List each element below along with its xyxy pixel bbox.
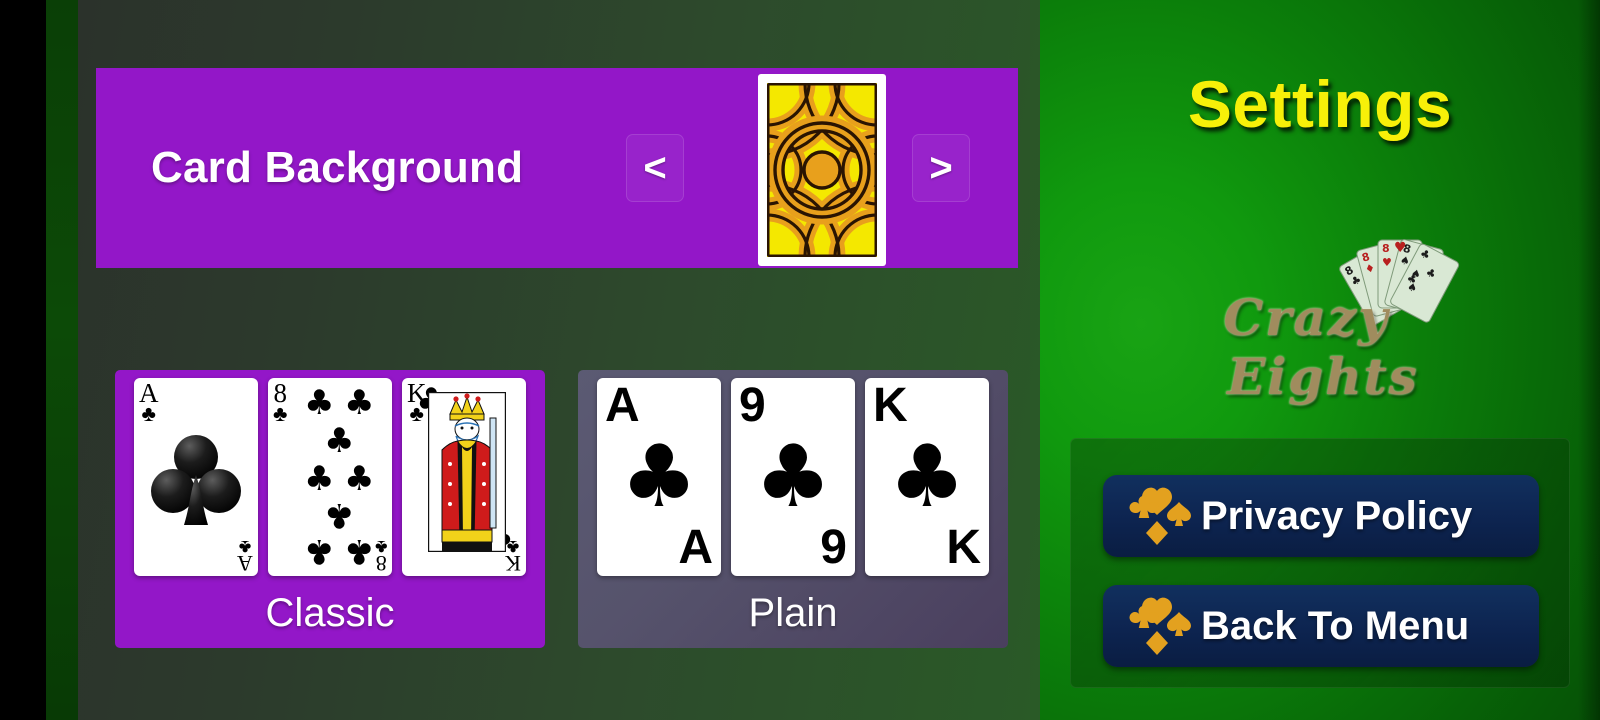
settings-side-panel: Settings 8 ♣ 8 ♦ 8 ♥ ♥ 8 ♠ ♠ ♠ ♣ ♣ ♣ Cra… bbox=[1040, 0, 1600, 720]
club-icon: ♣ bbox=[620, 427, 698, 527]
card-style-label-classic: Classic bbox=[265, 591, 395, 635]
card-corner-index-top: K bbox=[873, 379, 908, 432]
club-icon: ♣ bbox=[754, 427, 832, 527]
club-icon: ♣ bbox=[324, 421, 355, 461]
card-corner-index-top: 8 ♣ bbox=[273, 378, 288, 426]
game-settings-screen: Card Background < > A ♣ A ♣ 8 ♣ ♣ ♣ ♣ ♣ … bbox=[0, 0, 1600, 720]
svg-text:♥: ♥ bbox=[1382, 256, 1392, 269]
card-corner-index-bottom: A ♣ bbox=[237, 536, 253, 576]
logo-word-crazy: Crazy bbox=[1223, 288, 1390, 347]
side-menu-button-panel: Privacy Policy Back To Menu bbox=[1070, 438, 1570, 688]
club-icon: ♣ bbox=[238, 536, 252, 558]
classic-card-previews: A ♣ A ♣ 8 ♣ ♣ ♣ ♣ ♣ ♣ ♣ ♣ ♣ 8 ♣ K ♣ K ♣ bbox=[115, 378, 545, 578]
left-black-gutter bbox=[0, 0, 46, 720]
eight-pip-layout: ♣ ♣ ♣ ♣ ♣ ♣ ♣ ♣ bbox=[298, 383, 386, 571]
club-icon: ♣ bbox=[344, 531, 375, 571]
left-green-strip bbox=[46, 0, 80, 720]
card-back-pattern bbox=[767, 83, 877, 257]
preview-card-nine-clubs-plain: 9 ♣ 9 bbox=[731, 378, 855, 576]
club-icon: ♣ bbox=[304, 459, 335, 499]
four-suits-icon bbox=[1119, 485, 1195, 547]
back-to-menu-button[interactable]: Back To Menu bbox=[1103, 585, 1539, 667]
back-to-menu-button-label: Back To Menu bbox=[1201, 603, 1470, 648]
card-background-next-button[interactable]: > bbox=[912, 134, 970, 202]
plain-card-previews: A ♣ A 9 ♣ 9 K ♣ K bbox=[578, 378, 1008, 578]
chevron-left-icon: < bbox=[643, 146, 667, 190]
club-icon: ♣ bbox=[273, 400, 288, 426]
chevron-right-icon: > bbox=[929, 146, 953, 190]
preview-card-king-clubs: K ♣ ♣ ♣ bbox=[402, 378, 526, 576]
card-style-option-plain[interactable]: A ♣ A 9 ♣ 9 K ♣ K Plain bbox=[578, 370, 1008, 648]
card-background-setting-row: Card Background < > bbox=[96, 68, 1018, 268]
card-background-preview[interactable] bbox=[758, 74, 886, 266]
page-title: Settings bbox=[1187, 67, 1453, 141]
club-icon: ♣ bbox=[344, 459, 375, 499]
game-logo-text: Crazy Eights bbox=[1148, 288, 1498, 406]
card-background-label: Card Background bbox=[151, 143, 524, 192]
card-corner-index-top: 9 bbox=[739, 379, 766, 432]
club-icon: ♣ bbox=[374, 536, 387, 558]
club-icon: ♣ bbox=[506, 536, 520, 558]
card-style-option-classic[interactable]: A ♣ A ♣ 8 ♣ ♣ ♣ ♣ ♣ ♣ ♣ ♣ ♣ 8 ♣ K ♣ K ♣ … bbox=[115, 370, 545, 648]
card-corner-index-top: A bbox=[605, 379, 640, 432]
game-logo: 8 ♣ 8 ♦ 8 ♥ ♥ 8 ♠ ♠ ♠ ♣ ♣ ♣ Crazy Eights bbox=[1148, 239, 1498, 406]
card-background-prev-button[interactable]: < bbox=[626, 134, 684, 202]
club-icon: ♣ bbox=[304, 531, 335, 571]
preview-card-ace-clubs-plain: A ♣ A bbox=[597, 378, 721, 576]
shaded-club-icon bbox=[151, 434, 241, 525]
club-icon: ♣ bbox=[304, 383, 335, 423]
four-suits-icon bbox=[1119, 595, 1195, 657]
logo-word-eights: Eights bbox=[1227, 347, 1419, 406]
card-corner-index-bottom: 8 ♣ bbox=[374, 536, 387, 576]
card-back-rings-svg bbox=[767, 83, 877, 257]
settings-main-panel: Card Background < > A ♣ A ♣ 8 ♣ ♣ ♣ ♣ ♣ … bbox=[78, 0, 1040, 720]
preview-card-ace-clubs: A ♣ A ♣ bbox=[134, 378, 258, 576]
privacy-policy-button-label: Privacy Policy bbox=[1201, 493, 1473, 538]
preview-card-eight-clubs: 8 ♣ ♣ ♣ ♣ ♣ ♣ ♣ ♣ ♣ 8 ♣ bbox=[268, 378, 392, 576]
card-corner-index-bottom: 9 bbox=[820, 521, 847, 574]
king-portrait-icon bbox=[428, 392, 506, 552]
club-icon: ♣ bbox=[141, 400, 156, 426]
club-icon: ♣ bbox=[888, 427, 966, 527]
svg-text:8: 8 bbox=[1382, 242, 1390, 255]
card-corner-index-bottom: A bbox=[678, 521, 713, 574]
card-style-label-plain: Plain bbox=[748, 591, 838, 635]
card-corner-index-bottom: K ♣ bbox=[505, 536, 521, 576]
card-corner-index-bottom: K bbox=[946, 521, 981, 574]
card-corner-index-top: A ♣ bbox=[139, 378, 159, 426]
club-icon: ♣ bbox=[324, 495, 355, 535]
club-icon: ♣ bbox=[344, 383, 375, 423]
privacy-policy-button[interactable]: Privacy Policy bbox=[1103, 475, 1539, 557]
preview-card-king-clubs-plain: K ♣ K bbox=[865, 378, 989, 576]
